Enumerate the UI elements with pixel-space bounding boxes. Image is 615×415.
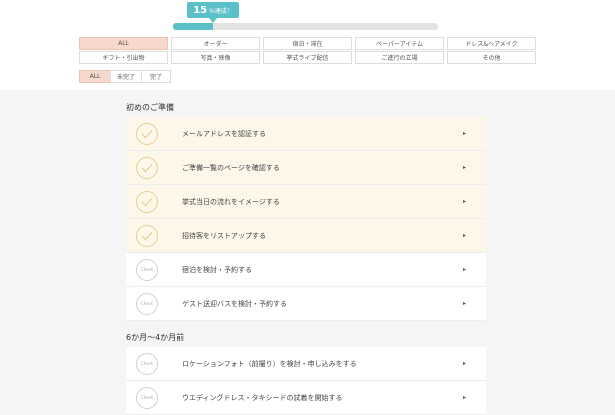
category-other[interactable]: その他 [447, 51, 536, 64]
category-photo[interactable]: 写真・映像 [171, 51, 260, 64]
category-all[interactable]: ALL [79, 37, 168, 50]
task-label: ゲスト送迎バスを検討・予約する [182, 299, 287, 308]
checkmark-icon [141, 163, 153, 172]
check-icon[interactable]: Check [136, 258, 158, 281]
check-icon[interactable] [136, 122, 158, 145]
progress-bar-fill [173, 23, 213, 30]
chevron-right-icon: ▸ [462, 198, 466, 205]
category-dress-hair[interactable]: ドレス&ヘアメイク [447, 37, 536, 50]
task-label: 挙式当日の流れをイメージする [182, 197, 280, 206]
category-order[interactable]: オーダー [171, 37, 260, 50]
progress-bar [173, 23, 438, 30]
checkmark-icon [141, 129, 153, 138]
chevron-right-icon: ▸ [462, 266, 466, 273]
status-tab-all[interactable]: ALL [79, 70, 111, 83]
check-icon[interactable]: Check [136, 352, 158, 375]
category-filter: ALL オーダー 宿泊・滞在 ペーパーアイテム ドレス&ヘアメイク ギフト・引出… [79, 37, 536, 64]
task-label: 宿泊を検討・予約する [182, 265, 252, 274]
task-label: 招待客をリストアップする [182, 231, 266, 240]
check-icon[interactable] [136, 224, 158, 247]
check-icon[interactable] [136, 156, 158, 179]
task-row[interactable]: ご準備一覧のページを確認する ▸ [126, 151, 486, 185]
chevron-right-icon: ▸ [462, 360, 466, 367]
category-stay[interactable]: 宿泊・滞在 [263, 37, 352, 50]
category-live-stream[interactable]: 挙式ライブ配信 [263, 51, 352, 64]
check-label: Check [140, 267, 154, 272]
task-row[interactable]: Check ロケーションフォト（前撮り）を検討・申し込みをする ▸ [126, 347, 486, 381]
task-list: メールアドレスを認証する ▸ ご準備一覧のページを確認する ▸ 挙式当日の流れを… [126, 117, 486, 321]
task-row[interactable]: メールアドレスを認証する ▸ [126, 117, 486, 151]
task-row[interactable]: Check 宿泊を検討・予約する ▸ [126, 253, 486, 287]
checkmark-icon [141, 197, 153, 206]
progress-percent: 15 [193, 4, 208, 16]
task-label: ご準備一覧のページを確認する [182, 163, 280, 172]
chevron-right-icon: ▸ [462, 394, 466, 401]
task-list: Check ロケーションフォト（前撮り）を検討・申し込みをする ▸ Check … [126, 347, 486, 415]
status-filter: ALL 未完了 完了 [79, 70, 171, 83]
progress-suffix: %達成！ [209, 7, 233, 15]
progress-badge: 15 %達成！ [187, 2, 239, 23]
category-gift[interactable]: ギフト・引出物 [79, 51, 168, 64]
section-title: 初めのご準備 [126, 103, 174, 112]
check-label: Check [140, 361, 154, 366]
check-label: Check [140, 301, 154, 306]
task-row[interactable]: 招待客をリストアップする ▸ [126, 219, 486, 253]
task-row[interactable]: 挙式当日の流れをイメージする ▸ [126, 185, 486, 219]
task-label: メールアドレスを認証する [182, 129, 266, 138]
checkmark-icon [141, 231, 153, 240]
category-paper-items[interactable]: ペーパーアイテム [355, 37, 444, 50]
task-row[interactable]: Check ウエディングドレス・タキシードの試着を開始する ▸ [126, 381, 486, 415]
chevron-right-icon: ▸ [462, 130, 466, 137]
chevron-right-icon: ▸ [462, 164, 466, 171]
check-label: Check [140, 395, 154, 400]
task-label: ウエディングドレス・タキシードの試着を開始する [182, 393, 343, 402]
check-icon[interactable]: Check [136, 292, 158, 315]
status-tab-complete[interactable]: 完了 [141, 70, 171, 83]
chevron-right-icon: ▸ [462, 232, 466, 239]
header-panel: 15 %達成！ ALL オーダー 宿泊・滞在 ペーパーアイテム ドレス&ヘアメイ… [0, 0, 615, 90]
category-guest-role[interactable]: ご進行の立場 [355, 51, 444, 64]
check-icon[interactable] [136, 190, 158, 213]
check-icon[interactable]: Check [136, 386, 158, 409]
chevron-right-icon: ▸ [462, 300, 466, 307]
status-tab-incomplete[interactable]: 未完了 [110, 70, 142, 83]
section-title: 6か月〜4か月前 [126, 333, 185, 342]
task-row[interactable]: Check ゲスト送迎バスを検討・予約する ▸ [126, 287, 486, 321]
task-label: ロケーションフォト（前撮り）を検討・申し込みをする [182, 359, 357, 368]
